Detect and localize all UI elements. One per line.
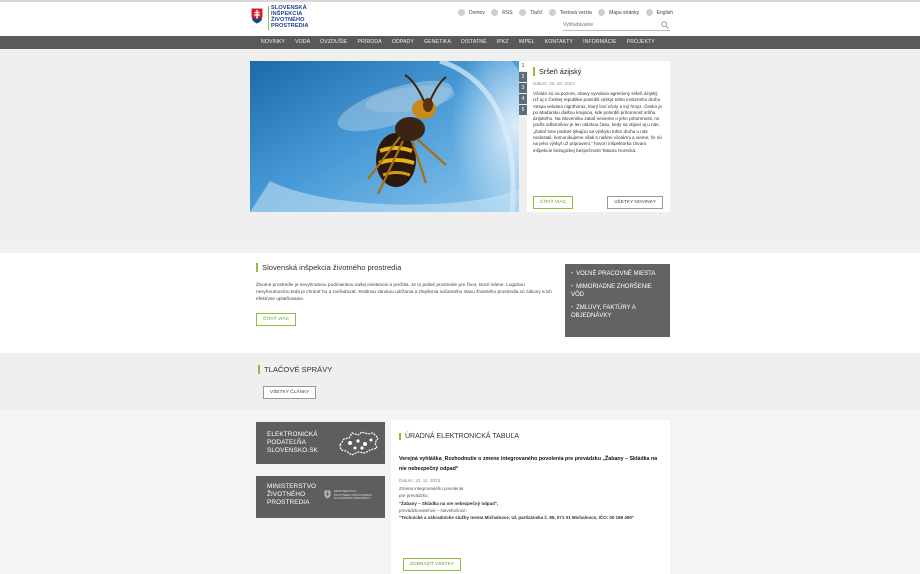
about-title: Slovenská inšpekcia životného prostredia xyxy=(256,263,558,272)
banner-line: MINISTERSTVO xyxy=(267,483,317,490)
nav-item-priroda[interactable]: PRÍRODA xyxy=(353,36,387,49)
text-version-icon xyxy=(548,9,556,16)
doc-line: Zmena integrovaného povolenia xyxy=(399,486,464,491)
nav-item-genetika[interactable]: GENETIKA xyxy=(419,36,456,49)
slide-number-2[interactable]: 2 xyxy=(519,72,527,82)
banner-text: MINISTERSTVO ŽIVOTNÉHO PROSTREDIA xyxy=(267,483,316,507)
link-label: Tlačiť xyxy=(529,9,543,16)
utility-links: Domov RSS Tlačiť Textová verzia Mapa str… xyxy=(458,9,673,16)
nav-item-kontakty[interactable]: KONTAKTY xyxy=(540,36,578,49)
board-title: ÚRADNÁ ELEKTRONICKÁ TABUĽA xyxy=(399,433,670,440)
nav-item-projekty[interactable]: PROJEKTY xyxy=(622,36,660,49)
banner-line: ELEKTRONICKÁ xyxy=(267,431,318,438)
all-articles-button[interactable]: VŠETKY ČLÁNKY xyxy=(263,386,317,399)
mini-line: SLOVENSKEJ REPUBLIKY xyxy=(334,496,372,501)
official-board: ÚRADNÁ ELEKTRONICKÁ TABUĽA Verejná vyhlá… xyxy=(391,420,670,574)
home-icon xyxy=(458,9,465,16)
lower-section: ELEKTRONICKÁ PODATEĽŇA SLOVENSKO.SK MINI… xyxy=(0,410,920,574)
link-label: Domov xyxy=(469,9,485,16)
logo-text: SLOVENSKÁ INŠPEKCIA ŽIVOTNÉHO PROSTREDIA xyxy=(268,5,309,30)
banner-e-podatelna[interactable]: ELEKTRONICKÁ PODATEĽŇA SLOVENSKO.SK xyxy=(256,422,385,464)
about-content: Slovenská inšpekcia životného prostredia… xyxy=(256,263,558,326)
about-paragraph: Životné prostredie je nevyhnutnou podmie… xyxy=(256,282,552,302)
search-icon[interactable] xyxy=(661,21,669,29)
quick-link-contracts[interactable]: ZMLUVY, FAKTÚRY A OBJEDNÁVKY xyxy=(571,304,664,321)
main-nav-items: NOVINKY VODA OVZDUŠIE PRÍRODA ODPADY GEN… xyxy=(256,36,660,49)
link-label: RSS xyxy=(502,9,513,16)
quick-links-panel: VOĽNÉ PRACOVNÉ MIESTA MIMORIADNE ZHORŠEN… xyxy=(565,264,670,337)
news-slider: 1 2 3 4 5 Sršeň ázijský Dátum: 25. 10. 2… xyxy=(0,49,920,241)
nav-item-impel[interactable]: IMPEL xyxy=(514,36,540,49)
quick-link-water-alert[interactable]: MIMORIADNE ZHORŠENIE VÔD xyxy=(571,283,664,300)
state-emblem-icon xyxy=(324,490,331,499)
ministry-mini-text: MINISTERSTVO ŽIVOTNÉHO PROSTREDIA SLOVEN… xyxy=(334,489,372,501)
show-all-button[interactable]: ZOBRAZIŤ VŠETKY xyxy=(403,558,461,571)
nav-item-ovzdusie[interactable]: OVZDUŠIE xyxy=(315,36,352,49)
slide-number-1[interactable]: 1 xyxy=(519,61,527,71)
site-header: SLOVENSKÁ INŠPEKCIA ŽIVOTNÉHO PROSTREDIA… xyxy=(0,2,920,36)
slide-text: Včelári sú na pozore, obavy vyvoláva agr… xyxy=(533,91,662,153)
banner-line: ŽIVOTNÉHO xyxy=(267,491,306,498)
link-rss[interactable]: RSS xyxy=(491,9,513,16)
about-section: Slovenská inšpekcia životného prostredia… xyxy=(0,253,920,353)
link-label: English xyxy=(656,9,673,16)
board-document-title[interactable]: Verejná vyhláška_Rozhodnutie o zmene int… xyxy=(399,454,661,474)
nav-item-novinky[interactable]: NOVINKY xyxy=(256,36,290,49)
nav-item-informacie[interactable]: INFORMÁCIE xyxy=(578,36,622,49)
quick-link-jobs[interactable]: VOĽNÉ PRACOVNÉ MIESTA xyxy=(571,270,664,279)
board-title-text: ÚRADNÁ ELEKTRONICKÁ TABUĽA xyxy=(405,433,520,440)
doc-bold-line: "Žabany – Skládka na nie nebezpečný odpa… xyxy=(399,500,499,506)
link-home[interactable]: Domov xyxy=(458,9,485,16)
slide-number-5[interactable]: 5 xyxy=(519,105,527,115)
main-nav: NOVINKY VODA OVZDUŠIE PRÍRODA ODPADY GEN… xyxy=(0,36,920,49)
press-title: TLAČOVÉ SPRÁVY xyxy=(258,365,332,374)
search-box xyxy=(563,19,670,31)
logo-line: PROSTREDIA xyxy=(268,23,309,30)
link-print[interactable]: Tlačiť xyxy=(518,9,543,16)
sitemap-icon xyxy=(598,9,606,16)
search-input[interactable] xyxy=(563,19,655,30)
slide-number-3[interactable]: 3 xyxy=(519,83,527,93)
hornet-photo xyxy=(250,61,519,212)
slide-number-4[interactable]: 4 xyxy=(519,94,527,104)
banner-text: ELEKTRONICKÁ PODATEĽŇA SLOVENSKO.SK xyxy=(267,431,318,455)
doc-bold-line: "Technické a záhradnícke služby mesta Mi… xyxy=(399,515,635,521)
slide-title[interactable]: Sršeň ázijský xyxy=(533,67,664,76)
slide-pager: 1 2 3 4 5 xyxy=(519,61,527,116)
link-english[interactable]: English xyxy=(645,9,673,16)
read-more-button[interactable]: ČÍTAŤ VIAC xyxy=(533,196,574,209)
slide-content: Sršeň ázijský Dátum: 25. 10. 2023 Včelár… xyxy=(527,61,670,212)
slovak-crest-icon xyxy=(250,7,264,24)
site-logo[interactable]: SLOVENSKÁ INŠPEKCIA ŽIVOTNÉHO PROSTREDIA xyxy=(250,5,310,32)
slide-image[interactable] xyxy=(250,61,519,212)
link-sitemap[interactable]: Mapa stránky xyxy=(598,9,639,16)
nav-item-ipkz[interactable]: IPKZ xyxy=(492,36,514,49)
nav-item-voda[interactable]: VODA xyxy=(290,36,315,49)
banner-line: SLOVENSKO.SK xyxy=(267,447,318,454)
nav-item-distatne[interactable]: DISTATNÉ xyxy=(456,36,492,49)
board-document-date: Dátum: 10. 11. 2023 xyxy=(399,478,441,483)
banner-ministry[interactable]: MINISTERSTVO ŽIVOTNÉHO PROSTREDIA MINIST… xyxy=(256,476,385,518)
doc-line: prevádzkovateľovi – stavebníkovi: xyxy=(399,507,467,513)
link-label: Textová verzia xyxy=(559,9,592,16)
link-label: Mapa stránky xyxy=(609,9,640,16)
all-news-button[interactable]: VŠETKY NOVINKY xyxy=(607,196,663,209)
about-read-more-button[interactable]: ČÍTAŤ VIAC xyxy=(256,312,297,326)
slovakia-map-icon xyxy=(339,431,379,456)
print-icon xyxy=(518,9,526,16)
slide-date: Dátum: 25. 10. 2023 xyxy=(533,81,575,86)
press-section: TLAČOVÉ SPRÁVY VŠETKY ČLÁNKY xyxy=(0,353,920,410)
doc-line: pre prevádzku: xyxy=(399,493,429,499)
board-document-body: Zmena integrovaného povolenia pre prevád… xyxy=(399,485,661,521)
globe-icon xyxy=(645,9,653,16)
banner-line: PODATEĽŇA xyxy=(267,439,307,446)
rss-icon xyxy=(491,9,499,16)
link-text-version[interactable]: Textová verzia xyxy=(548,9,592,16)
banner-line: PROSTREDIA xyxy=(267,499,310,506)
nav-item-odpady[interactable]: ODPADY xyxy=(387,36,419,49)
